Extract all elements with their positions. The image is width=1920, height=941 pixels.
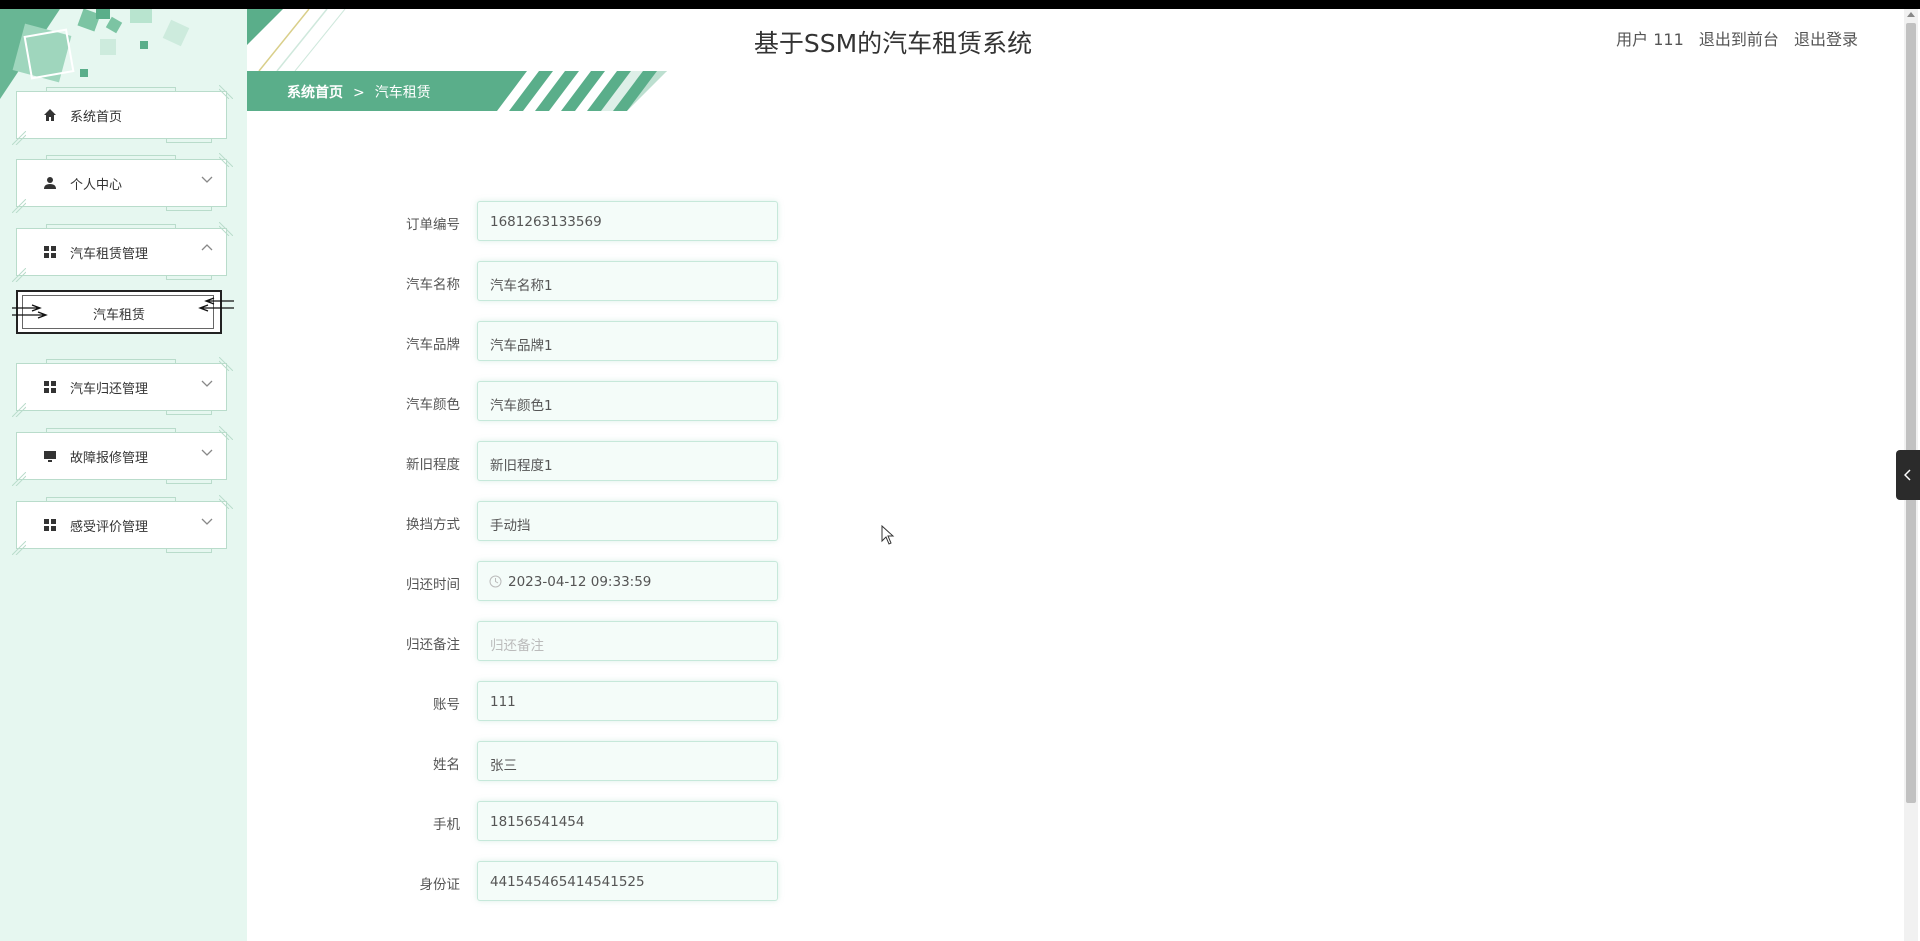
- user-label: 用户 111: [1616, 30, 1684, 49]
- field-label: 汽车颜色: [406, 397, 460, 413]
- grid-icon: [44, 246, 56, 258]
- frame-slash-decoration: [12, 472, 26, 486]
- user-icon: [44, 177, 56, 189]
- sidebar-item-home[interactable]: 系统首页: [12, 85, 233, 145]
- frame-slash-decoration: [219, 222, 233, 236]
- breadcrumb-home-link[interactable]: 系统首页: [287, 85, 343, 101]
- id-card-field[interactable]: 441545465414541525: [477, 861, 778, 901]
- transmission-field[interactable]: 手动挡: [477, 501, 778, 541]
- frame-slash-decoration: [12, 199, 26, 213]
- logout-link[interactable]: 退出登录: [1794, 30, 1858, 49]
- return-time-picker[interactable]: 2023-04-12 09:33:59: [477, 561, 778, 601]
- frame-decoration: [166, 139, 212, 143]
- frame-slash-decoration: [219, 357, 233, 371]
- sidebar-item-repair-management[interactable]: 故障报修管理: [12, 426, 233, 486]
- sidebar-item-label: 汽车归还管理: [70, 382, 149, 397]
- chevron-left-icon: [1903, 469, 1911, 481]
- sidebar-item-rental-management[interactable]: 汽车租赁管理: [12, 222, 233, 282]
- field-value: 18156541454: [490, 814, 585, 830]
- car-name-field[interactable]: 汽车名称1: [477, 261, 778, 301]
- breadcrumb: 系统首页 > 汽车租赁: [287, 82, 431, 102]
- frame-slash-decoration: [219, 153, 233, 167]
- field-label: 换挡方式: [406, 517, 460, 533]
- sidebar-item-label: 汽车租赁管理: [70, 247, 149, 262]
- frame-slash-decoration: [12, 268, 26, 282]
- field-label: 手机: [433, 817, 460, 833]
- clock-icon: [489, 575, 502, 588]
- chevron-down-icon: [201, 449, 213, 456]
- frame-slash-decoration: [12, 403, 26, 417]
- sidebar-item-personal-center[interactable]: 个人中心: [12, 153, 233, 213]
- frame-slash-decoration: [12, 541, 26, 555]
- field-label: 归还时间: [406, 577, 460, 593]
- breadcrumb-current: 汽车租赁: [374, 85, 431, 101]
- monitor-icon: [44, 451, 56, 462]
- sidebar-item-label: 感受评价管理: [70, 520, 149, 535]
- chevron-up-icon: [201, 244, 213, 251]
- field-value: 111: [490, 694, 516, 710]
- chevron-down-icon: [201, 518, 213, 525]
- field-label: 账号: [433, 697, 460, 713]
- page-title: 基于SSM的汽车租赁系统: [753, 29, 1033, 58]
- field-value: 汽车名称1: [490, 278, 553, 294]
- field-label: 归还备注: [406, 637, 460, 653]
- field-label: 汽车品牌: [406, 337, 460, 353]
- frame-decoration: [166, 276, 212, 280]
- field-label: 姓名: [433, 757, 460, 773]
- car-color-field[interactable]: 汽车颜色1: [477, 381, 778, 421]
- exit-to-front-link[interactable]: 退出到前台: [1699, 30, 1779, 49]
- side-panel-toggle[interactable]: [1896, 450, 1920, 500]
- mouse-cursor-icon: [881, 525, 895, 545]
- car-brand-field[interactable]: 汽车品牌1: [477, 321, 778, 361]
- frame-decoration: [166, 207, 212, 211]
- sidebar-item-label: 系统首页: [70, 110, 123, 125]
- chevron-down-icon: [201, 176, 213, 183]
- top-links: 用户 111 退出到前台 退出登录: [1606, 26, 1858, 50]
- field-value: 手动挡: [490, 518, 531, 534]
- home-icon: [44, 109, 56, 121]
- field-value: 2023-04-12 09:33:59: [508, 574, 652, 590]
- grid-icon: [44, 519, 56, 531]
- scrollbar-thumb[interactable]: [1906, 23, 1916, 803]
- sidebar: 系统首页 个人中心 汽车租赁管理 汽车租赁 汽车归还管理 故障报修管理 感受评价…: [0, 9, 247, 941]
- field-value: 441545465414541525: [490, 874, 645, 890]
- phone-field[interactable]: 18156541454: [477, 801, 778, 841]
- account-field[interactable]: 111: [477, 681, 778, 721]
- double-arrow-icon: [198, 297, 234, 312]
- field-value: 1681263133569: [490, 214, 602, 230]
- field-label: 新旧程度: [406, 457, 460, 473]
- return-note-input[interactable]: 归还备注: [477, 621, 778, 661]
- frame-slash-decoration: [12, 131, 26, 145]
- field-label: 身份证: [419, 877, 461, 893]
- frame-slash-decoration: [219, 85, 233, 99]
- frame-slash-decoration: [219, 426, 233, 440]
- frame-decoration: [166, 411, 212, 415]
- double-arrow-icon: [12, 304, 48, 319]
- frame-slash-decoration: [219, 495, 233, 509]
- field-value: 汽车颜色1: [490, 398, 553, 414]
- breadcrumb-separator: >: [353, 85, 365, 101]
- sidebar-item-label: 个人中心: [70, 178, 123, 193]
- scroll-up-icon[interactable]: [1907, 12, 1915, 17]
- frame-decoration: [166, 480, 212, 484]
- field-placeholder: 归还备注: [490, 638, 544, 654]
- grid-icon: [44, 381, 56, 393]
- sidebar-item-return-management[interactable]: 汽车归还管理: [12, 357, 233, 417]
- name-field[interactable]: 张三: [477, 741, 778, 781]
- sidebar-item-label: 故障报修管理: [70, 451, 149, 466]
- chevron-down-icon: [201, 380, 213, 387]
- field-value: 汽车品牌1: [490, 338, 553, 354]
- field-value: 张三: [490, 758, 517, 774]
- field-label: 汽车名称: [406, 277, 460, 293]
- order-number-field[interactable]: 1681263133569: [477, 201, 778, 241]
- app-window: 系统首页 个人中心 汽车租赁管理 汽车租赁 汽车归还管理 故障报修管理 感受评价…: [0, 9, 1920, 941]
- field-label: 订单编号: [406, 217, 460, 233]
- condition-field[interactable]: 新旧程度1: [477, 441, 778, 481]
- sidebar-item-review-management[interactable]: 感受评价管理: [12, 495, 233, 555]
- field-value: 新旧程度1: [490, 458, 553, 474]
- frame-decoration: [166, 549, 212, 553]
